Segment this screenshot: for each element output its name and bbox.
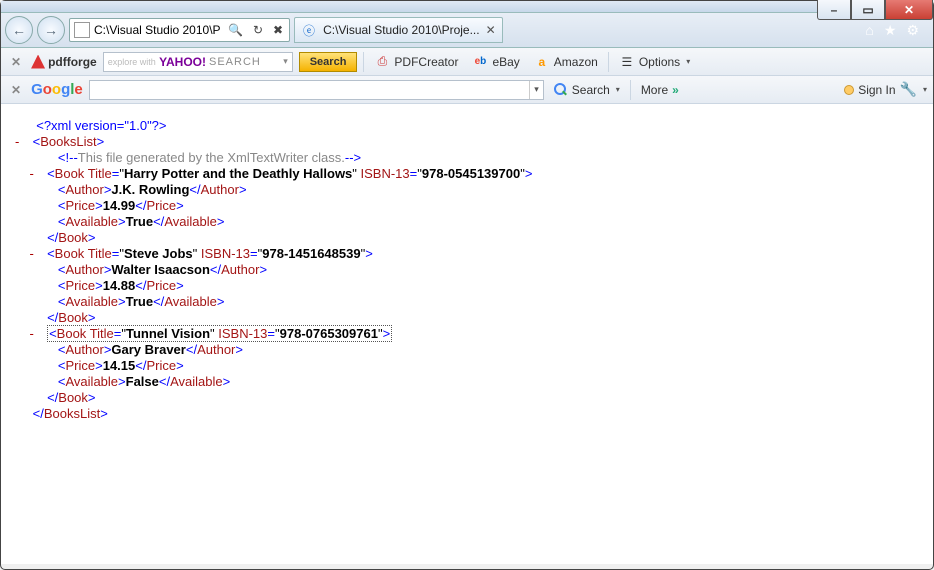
tab-close-button[interactable]: ✕ [486,23,496,37]
page-icon [74,22,90,38]
amazon-label: Amazon [554,55,598,69]
google-search-box[interactable]: ▾ [89,80,544,100]
pdfforge-logo[interactable]: pdfforge [31,55,97,69]
address-input[interactable] [94,23,224,37]
window-titlebar: – ▭ ✕ [1,1,933,13]
favorites-icon[interactable]: ★ [884,22,897,39]
yahoo-search-button[interactable]: Search [299,52,358,72]
google-toolbar: ✕ Google ▾ Search ▾ More » Sign In 🔧 ▾ [1,76,933,104]
yahoo-search-box[interactable]: explore with YAHOO! SEARCH ▾ [103,52,293,72]
amazon-icon: a [534,54,550,70]
chevron-down-icon: ▾ [923,85,927,94]
signin-status-icon [844,85,854,95]
tools-icon[interactable]: ⚙ [906,22,919,39]
pdfforge-text: pdfforge [48,55,97,69]
browser-tab-active[interactable]: ⓔ C:\Visual Studio 2010\Proje... ✕ [294,17,503,43]
separator [363,52,364,72]
google-search-dropdown[interactable]: ▾ [529,81,543,99]
google-logo[interactable]: Google [31,81,83,98]
pdfforge-icon [31,55,45,69]
search-icon [554,83,568,97]
separator [630,80,631,100]
window-minimize-button[interactable]: – [817,0,851,20]
google-search-button[interactable]: Search ▾ [550,83,624,97]
signin-button[interactable]: Sign In [858,83,895,97]
forward-button[interactable]: → [37,16,65,44]
address-bar[interactable]: 🔍 ↻ ✖ [69,18,290,42]
pdfcreator-label: PDFCreator [394,55,458,69]
pdfcreator-button[interactable]: ⎙ PDFCreator [370,54,462,70]
ie-command-icons: ⌂ ★ ⚙ [865,22,929,39]
window-controls: – ▭ ✕ [817,0,933,20]
window-maximize-button[interactable]: ▭ [851,0,885,20]
toolbar-close-button[interactable]: ✕ [7,55,25,69]
options-icon: ☰ [619,54,635,70]
yahoo-search-label: SEARCH [209,56,261,68]
ie-icon: ⓔ [301,22,317,38]
options-button[interactable]: ☰ Options ▾ [615,54,694,70]
back-button[interactable]: ← [5,16,33,44]
pdfforge-toolbar: ✕ pdfforge explore with YAHOO! SEARCH ▾ … [1,48,933,76]
yahoo-dropdown-icon[interactable]: ▾ [283,56,288,67]
chevron-down-icon: ▾ [686,57,690,66]
yahoo-logo: YAHOO! [159,55,206,69]
xml-document-view: <?xml version="1.0"?>- <BooksList> <!--T… [1,104,933,564]
google-search-label: Search [572,83,610,97]
more-label: More [641,83,668,97]
signin-area: Sign In 🔧 ▾ [844,81,927,98]
pdfcreator-icon: ⎙ [374,54,390,70]
chevron-down-icon: ▾ [616,85,620,94]
toolbar-close-button[interactable]: ✕ [7,83,25,97]
ebay-label: eBay [492,55,519,69]
more-button[interactable]: More » [637,83,683,97]
wrench-icon[interactable]: 🔧 [900,81,917,98]
more-arrows-icon: » [672,83,679,97]
options-label: Options [639,55,680,69]
separator [608,52,609,72]
window-close-button[interactable]: ✕ [885,0,933,20]
yahoo-pre: explore with [108,57,156,67]
ebay-icon: eb [472,54,488,70]
home-icon[interactable]: ⌂ [865,22,873,39]
ebay-button[interactable]: eb eBay [468,54,523,70]
tab-title: C:\Visual Studio 2010\Proje... [323,23,480,37]
address-actions[interactable]: 🔍 ↻ ✖ [224,23,287,37]
amazon-button[interactable]: a Amazon [530,54,602,70]
ie-navbar: ← → 🔍 ↻ ✖ ⓔ C:\Visual Studio 2010\Proje.… [1,13,933,48]
